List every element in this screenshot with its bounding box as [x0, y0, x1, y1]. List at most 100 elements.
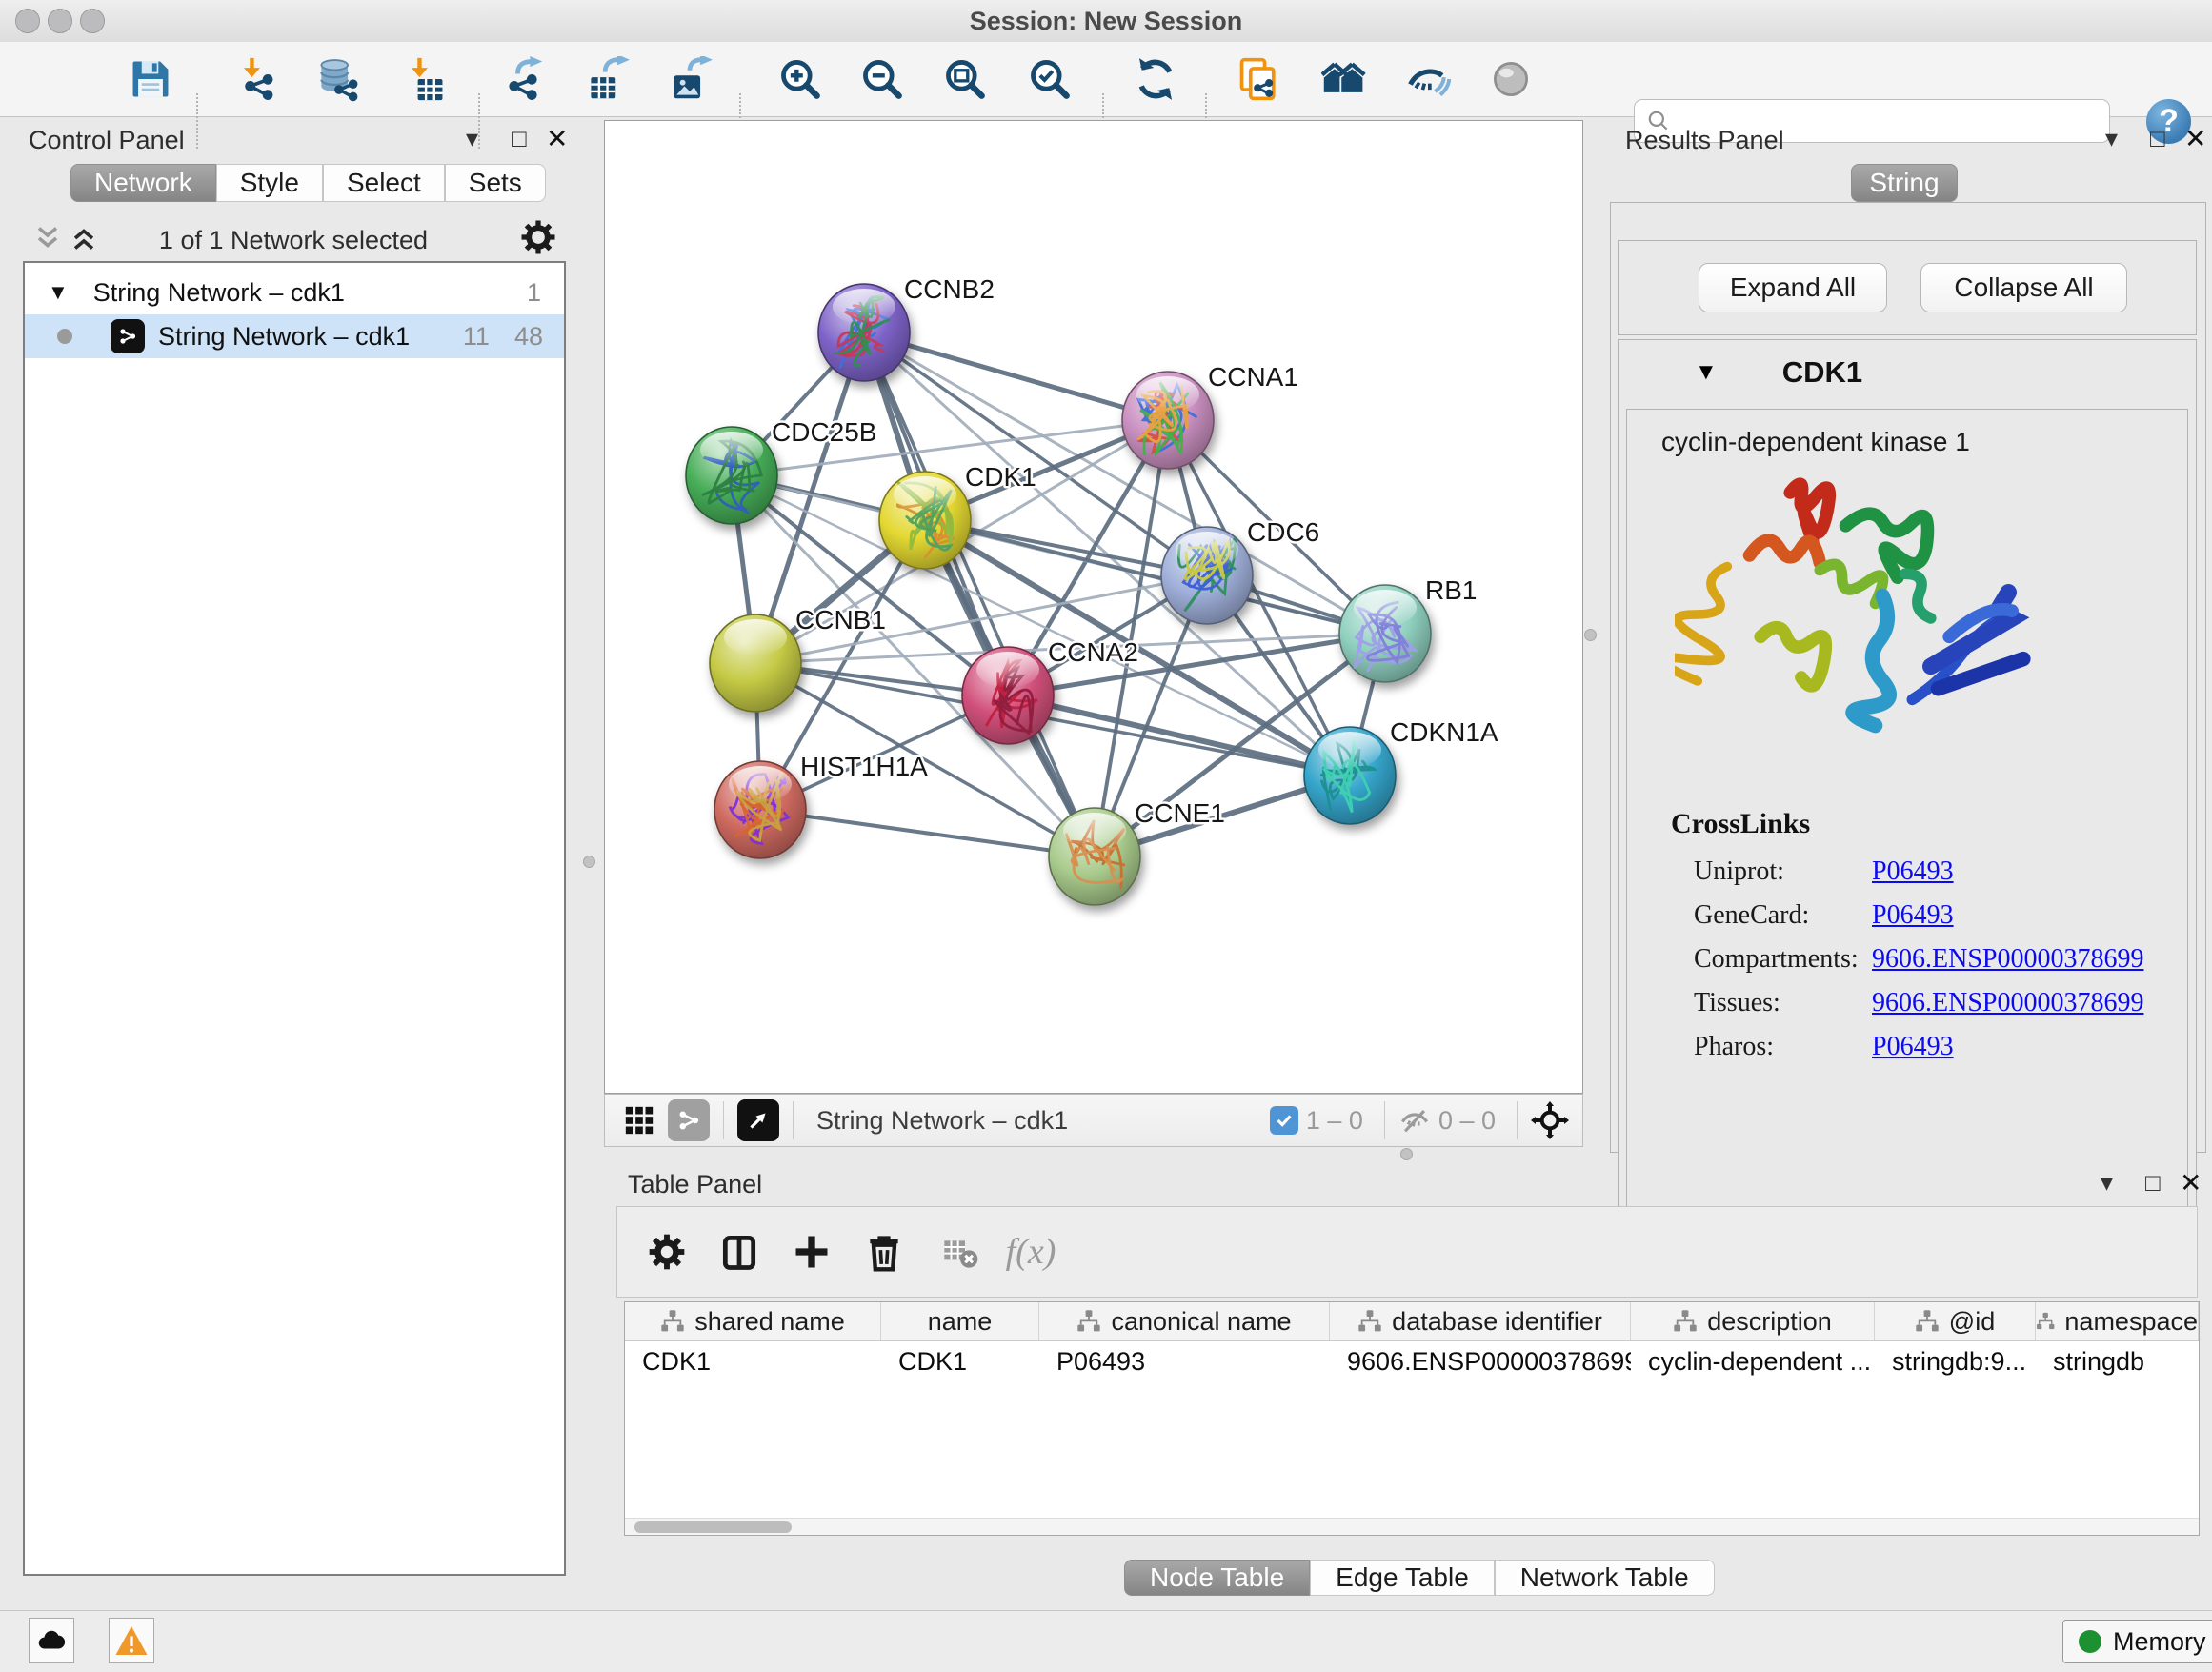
node-table: shared namenamecanonical namedatabase id… — [624, 1301, 2200, 1536]
column-header-canonical-name[interactable]: canonical name — [1039, 1302, 1330, 1340]
cloud-button[interactable] — [29, 1618, 74, 1663]
collapse-all-button[interactable]: Collapse All — [1920, 263, 2127, 312]
crosslink-link[interactable]: P06493 — [1872, 1032, 1954, 1062]
table-cell[interactable]: stringdb — [2036, 1341, 2199, 1381]
results-tab-string[interactable]: String — [1851, 164, 1958, 202]
toolbar-separator — [1517, 1101, 1518, 1139]
hidden-node-edge-count: 0 – 0 — [1438, 1106, 1496, 1136]
column-header-namespace[interactable]: namespace — [2036, 1302, 2199, 1340]
node-label: CDC6 — [1247, 517, 1319, 547]
zoom-selected-button[interactable] — [1024, 53, 1076, 105]
expand-all-icon[interactable] — [67, 221, 101, 255]
delete-table-button[interactable] — [932, 1223, 989, 1280]
grid-view-button[interactable] — [618, 1099, 660, 1141]
import-table-button[interactable] — [399, 53, 451, 105]
hidden-eye-slash-icon[interactable] — [1398, 1104, 1431, 1137]
column-header-shared-name[interactable]: shared name — [625, 1302, 881, 1340]
network-label: String Network – cdk1 — [158, 322, 410, 352]
column-header--id[interactable]: @id — [1875, 1302, 2036, 1340]
zoom-in-button[interactable] — [774, 53, 826, 105]
new-network-from-selection-button[interactable] — [1234, 53, 1285, 105]
node-label: CCNE1 — [1135, 798, 1225, 828]
export-network-button[interactable] — [497, 53, 549, 105]
table-cell[interactable]: P06493 — [1039, 1341, 1330, 1381]
crosslink-row: Pharos:P06493 — [1694, 1025, 2170, 1069]
table-cell[interactable]: stringdb:9... — [1875, 1341, 2036, 1381]
control-tab-select[interactable]: Select — [323, 164, 445, 202]
open-file-button[interactable] — [41, 53, 92, 105]
delete-columns-button[interactable] — [855, 1223, 913, 1280]
network-collection-row[interactable]: ▼ String Network – cdk1 1 — [25, 263, 564, 314]
column-header-database-identifier[interactable]: database identifier — [1330, 1302, 1631, 1340]
scrollbar-thumb[interactable] — [634, 1521, 792, 1533]
node-count: 11 — [463, 322, 490, 352]
import-network-icon — [234, 56, 280, 102]
table-row[interactable]: CDK1CDK1P064939606.ENSP00000378699cyclin… — [625, 1341, 2199, 1381]
crosslink-row: Compartments:9606.ENSP00000378699 — [1694, 937, 2170, 981]
function-builder-button[interactable]: f(x) — [1002, 1223, 1059, 1280]
table-settings-button[interactable] — [638, 1223, 695, 1280]
node-label: CCNB2 — [904, 274, 995, 304]
table-cell[interactable]: CDK1 — [625, 1341, 881, 1381]
hide-panel-button[interactable] — [1402, 53, 1454, 105]
gear-icon[interactable] — [518, 217, 558, 257]
horizontal-scrollbar[interactable] — [625, 1518, 2199, 1536]
warning-button[interactable] — [109, 1618, 154, 1663]
gene-section-header[interactable]: ▼ CDK1 — [1619, 340, 2196, 405]
column-header-name[interactable]: name — [881, 1302, 1039, 1340]
export-image-button[interactable] — [664, 53, 715, 105]
crosslink-link[interactable]: 9606.ENSP00000378699 — [1872, 988, 2143, 1018]
table-cell[interactable]: cyclin-dependent ... — [1631, 1341, 1875, 1381]
memory-button[interactable]: Memory — [2062, 1620, 2212, 1663]
create-column-button[interactable] — [783, 1223, 840, 1280]
import-network-from-database-button[interactable] — [312, 53, 363, 105]
table-tab-node-table[interactable]: Node Table — [1124, 1560, 1310, 1596]
section-collapse-icon[interactable]: ▼ — [1695, 359, 1718, 386]
birdseye-view-button[interactable] — [737, 1099, 779, 1141]
table-tab-network-table[interactable]: Network Table — [1495, 1560, 1715, 1596]
gene-detail-box: cyclin-dependent kinase 1 — [1626, 409, 2188, 1209]
houses-button[interactable] — [1318, 53, 1370, 105]
table-panel-close-button[interactable]: ✕ — [2180, 1167, 2202, 1199]
network-row-selected[interactable]: String Network – cdk1 11 48 — [25, 314, 564, 358]
table-panel-menu-button[interactable]: ▾ — [2101, 1168, 2113, 1198]
results-panel-menu-button[interactable]: ▾ — [2105, 124, 2118, 153]
refresh-layout-button[interactable] — [1130, 53, 1181, 105]
control-tab-sets[interactable]: Sets — [445, 164, 546, 202]
crosslink-link[interactable]: P06493 — [1872, 856, 1954, 887]
control-panel-menu-button[interactable]: ▾ — [466, 124, 478, 153]
network-view-mode-button[interactable] — [668, 1099, 710, 1141]
expand-all-button[interactable]: Expand All — [1699, 263, 1887, 312]
selected-checkbox[interactable] — [1270, 1106, 1298, 1135]
column-header-description[interactable]: description — [1631, 1302, 1875, 1340]
control-panel-close-button[interactable]: ✕ — [546, 123, 568, 154]
show-panel-button[interactable] — [1485, 53, 1537, 105]
results-panel: Results Panel ▾ □ ✕ String Expand All Co… — [1595, 120, 2212, 1151]
control-tab-network[interactable]: Network — [70, 164, 216, 202]
collapse-all-icon[interactable] — [30, 221, 65, 255]
table-cell[interactable]: CDK1 — [881, 1341, 1039, 1381]
string-network-icon — [111, 319, 145, 353]
network-canvas[interactable]: CCNB2CCNA1CDC25BCDK1CDC6RB1CCNB1CCNA2CDK… — [604, 120, 1583, 1094]
node-label: CCNB1 — [795, 605, 886, 635]
crosslink-link[interactable]: P06493 — [1872, 900, 1954, 931]
table-tab-edge-table[interactable]: Edge Table — [1310, 1560, 1495, 1596]
network-view-toolbar: String Network – cdk1 1 – 0 0 – 0 — [604, 1094, 1583, 1147]
left-splitter-handle[interactable] — [583, 856, 595, 868]
zoom-out-button[interactable] — [856, 53, 908, 105]
table-panel-float-button[interactable]: □ — [2145, 1168, 2161, 1198]
table-cell[interactable]: 9606.ENSP00000378699 — [1330, 1341, 1631, 1381]
crosslink-link[interactable]: 9606.ENSP00000378699 — [1872, 944, 2143, 975]
tree-expanded-icon[interactable]: ▼ — [48, 280, 69, 305]
zoom-fit-button[interactable] — [939, 53, 991, 105]
save-session-button[interactable] — [125, 53, 176, 105]
control-panel-float-button[interactable]: □ — [512, 124, 527, 153]
results-panel-float-button[interactable]: □ — [2150, 124, 2165, 153]
control-tab-style[interactable]: Style — [216, 164, 323, 202]
import-network-button[interactable] — [231, 53, 283, 105]
show-columns-button[interactable] — [711, 1223, 768, 1280]
toolbar-separator — [723, 1101, 724, 1139]
fit-selected-crosshair-button[interactable] — [1531, 1101, 1569, 1139]
results-panel-close-button[interactable]: ✕ — [2184, 123, 2206, 154]
export-table-button[interactable] — [581, 53, 633, 105]
